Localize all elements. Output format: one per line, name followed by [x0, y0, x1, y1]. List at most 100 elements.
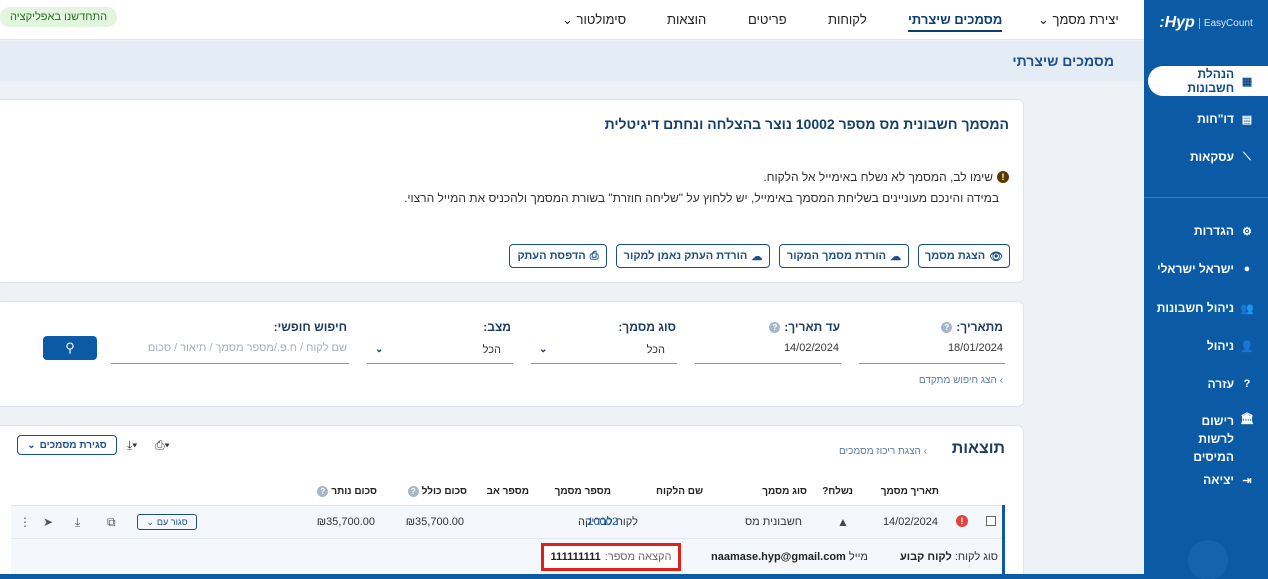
new-app-badge[interactable]: התחדשנו באפליקציה: [0, 7, 118, 27]
row-details: סוג לקוח: לקוח קבוע מייל naamase.hyp@gma…: [11, 539, 1002, 577]
chevron-down-icon: ⌄: [146, 516, 154, 527]
sidebar-item-label: ישראל ישראלי: [1157, 262, 1234, 276]
sidebar-item-help[interactable]: ? עזרה: [1144, 369, 1268, 399]
show-document-button[interactable]: 👁 הצגת מסמך: [918, 244, 1010, 268]
cell-type: חשבונית מס: [744, 516, 802, 528]
nav-expenses[interactable]: הוצאות: [667, 12, 706, 27]
more-vertical-icon[interactable]: ⋮: [19, 515, 31, 529]
sidebar-divider: [1144, 197, 1268, 198]
printer-icon[interactable]: ⎙▾: [155, 438, 170, 453]
cell-doc-no[interactable]: 10002: [587, 516, 618, 528]
download-icon[interactable]: ⤓▾: [127, 438, 137, 453]
sidebar-item-user[interactable]: ● ישראל ישראלי: [1144, 254, 1268, 284]
info-icon[interactable]: ?: [317, 486, 329, 497]
doc-type-select[interactable]: הכל ⌄: [531, 342, 677, 364]
cloud-download-icon: ☁: [751, 250, 763, 263]
sidebar-item-settings[interactable]: ⚙ הגדרות: [1144, 216, 1268, 246]
sidebar-item-reports[interactable]: ▤ דו"חות: [1144, 104, 1268, 134]
error-icon[interactable]: !: [956, 515, 968, 527]
detail-label: הקצאה מספר:: [604, 551, 672, 563]
notice-headline: המסמך חשבונית מס מספר 10002 נוצר בהצלחה …: [604, 116, 1009, 132]
calculator-icon: ▦: [1241, 75, 1253, 88]
column-header-type[interactable]: סוג מסמך: [762, 486, 807, 497]
row-main[interactable]: ! 14/02/2024 ▲ חשבונית מס לקוח לבדיקה 10…: [11, 505, 1002, 539]
nav-customers[interactable]: לקוחות: [828, 12, 867, 27]
warning-triangle-icon[interactable]: ▲: [837, 515, 849, 529]
detail-email: מייל naamase.hyp@gmail.com: [711, 551, 868, 563]
sidebar-item-label: הגדרות: [1194, 224, 1234, 238]
button-label: הורדת מסמך המקור: [786, 250, 887, 262]
warning-icon: !: [997, 171, 1009, 183]
free-search-input[interactable]: שם לקוח / ח.פ./מספר מסמך / תיאור / סכום: [111, 342, 349, 364]
sidebar-item-bookkeeping[interactable]: ▦ הנהלת חשבונות: [1148, 66, 1268, 96]
download-copy-button[interactable]: ☁ הורדת העתק נאמן למקור: [616, 244, 770, 268]
chart-bar-icon: ▤: [1241, 113, 1253, 126]
doc-type-label: סוג מסמך:: [618, 320, 676, 334]
column-header-date[interactable]: תאריך מסמך: [881, 486, 939, 497]
select-value: הכל: [646, 344, 665, 356]
column-header-parent-no[interactable]: מספר אב: [487, 486, 529, 497]
close-documents-dropdown[interactable]: סגירת מסמכים ⌄: [17, 435, 117, 455]
search-card: מתאריך: ? 18/01/2024 עד תאריך: ? 14/02/2…: [0, 301, 1024, 407]
sidebar-item-accounts[interactable]: 👥 ניהול חשבונות: [1144, 293, 1268, 323]
link-label: הצג חיפוש מתקדם: [918, 375, 997, 386]
search-button[interactable]: ⚲: [43, 336, 97, 360]
to-date-input[interactable]: 14/02/2024: [695, 342, 841, 364]
sidebar-item-label: ניהול: [1206, 339, 1234, 353]
row-checkbox[interactable]: [986, 516, 996, 526]
free-search-label: חיפוש חופשי:: [273, 320, 347, 334]
column-header-total[interactable]: סכום כולל ?: [407, 486, 467, 497]
download-original-button[interactable]: ☁ הורדת מסמך המקור: [779, 244, 909, 268]
sidebar-item-deals[interactable]: ⟋ עסקאות: [1144, 142, 1268, 172]
sidebar-item-management[interactable]: 👤 ניהול: [1144, 331, 1268, 361]
search-icon: ⚲: [65, 340, 75, 355]
results-card: תוצאות › הצגת ריכוז מסמכים סגירת מסמכים …: [0, 425, 1024, 579]
sidebar-item-label: הנהלת חשבונות: [1187, 67, 1235, 95]
gear-icon: ⚙: [1242, 225, 1252, 238]
notice-warning: ! שימו לב, המסמך לא נשלח באימייל אל הלקו…: [763, 170, 1009, 184]
info-icon[interactable]: ?: [407, 486, 419, 497]
download-icon[interactable]: ⤓: [75, 515, 80, 530]
cell-date: 14/02/2024: [882, 516, 938, 528]
info-icon[interactable]: ?: [941, 321, 953, 333]
sidebar-item-tax-registration[interactable]: 🏛 רישום לרשות המיסים: [1144, 412, 1268, 464]
summary-link[interactable]: › הצגת ריכוז מסמכים: [839, 446, 927, 457]
header-label: סכום כולל: [421, 486, 467, 497]
nav-simulator[interactable]: ⌄ סימולטור: [562, 12, 626, 28]
sidebar-item-logout[interactable]: ⇥ יציאה: [1144, 465, 1268, 495]
user-circle-icon: ●: [1243, 263, 1251, 275]
send-icon[interactable]: ➤: [43, 515, 53, 529]
sidebar-item-label: ניהול חשבונות: [1156, 301, 1234, 315]
results-title: תוצאות: [951, 440, 1005, 457]
notice-card: המסמך חשבונית מס מספר 10002 נוצר בהצלחה …: [0, 99, 1024, 283]
logo[interactable]: :Hyp EasyCount: [1144, 0, 1268, 46]
button-label: הצגת מסמך: [924, 250, 986, 262]
column-header-remaining[interactable]: סכום נותר ?: [317, 486, 377, 497]
copy-icon[interactable]: ⧉: [107, 515, 116, 530]
print-copy-button[interactable]: ⎙ הדפסת העתק: [509, 244, 607, 268]
chevron-down-icon: ⌄: [539, 344, 548, 355]
decorative-flower-icon: [1188, 540, 1228, 579]
users-icon: 👥: [1240, 302, 1254, 315]
page-title: מסמכים שיצרתי: [1012, 53, 1114, 69]
info-icon[interactable]: ?: [769, 321, 781, 333]
sidebar: :Hyp EasyCount ▦ הנהלת חשבונות ▤ דו"חות …: [1144, 0, 1268, 579]
nav-items[interactable]: פריטים: [748, 12, 787, 27]
close-with-dropdown[interactable]: סגור עם ⌄: [137, 514, 197, 530]
nav-my-documents[interactable]: מסמכים שיצרתי: [908, 12, 1003, 32]
from-date-input[interactable]: 18/01/2024: [859, 342, 1005, 364]
column-header-doc-no[interactable]: מספר מסמך: [555, 486, 611, 497]
column-header-customer[interactable]: שם הלקוח: [656, 486, 703, 497]
button-label: הורדת העתק נאמן למקור: [623, 250, 748, 262]
sidebar-item-label: עזרה: [1207, 377, 1234, 391]
advanced-search-link[interactable]: › הצג חיפוש מתקדם: [919, 375, 1003, 386]
nav-create-document[interactable]: ⌄ יצירת מסמך: [1038, 12, 1119, 28]
table-row: ! 14/02/2024 ▲ חשבונית מס לקוח לבדיקה 10…: [11, 505, 1005, 579]
sidebar-item-label: יציאה: [1203, 473, 1234, 487]
column-header-sent[interactable]: נשלח?: [822, 486, 853, 497]
bottom-accent-bar: [0, 574, 1144, 579]
chart-line-icon: ⟋: [1243, 150, 1251, 163]
chevron-down-icon: ⌄: [562, 12, 577, 27]
chevron-right-icon: ›: [996, 375, 1003, 386]
status-select[interactable]: הכל ⌄: [367, 342, 513, 364]
